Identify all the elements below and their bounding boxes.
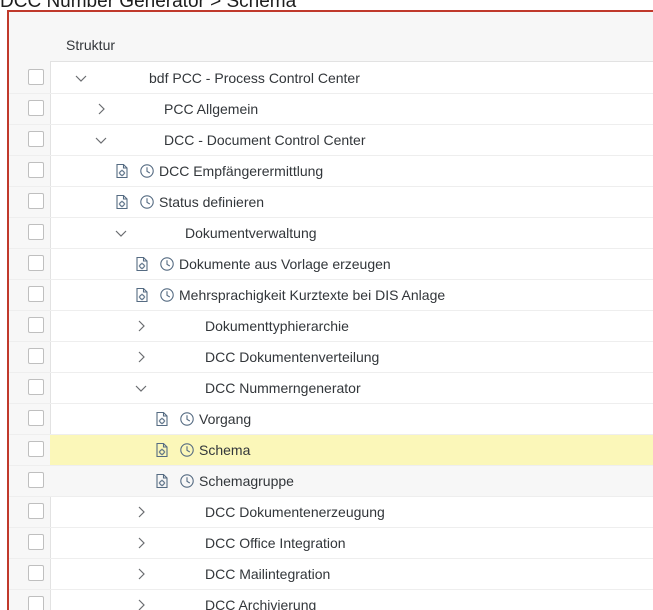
tree-cell[interactable]: bdf PCC - Process Control Center xyxy=(50,63,653,93)
row-select-checkbox[interactable] xyxy=(28,193,44,209)
tree-cell[interactable]: DCC Nummerngenerator xyxy=(50,373,653,403)
row-select-checkbox[interactable] xyxy=(28,131,44,147)
chevron-down-icon[interactable] xyxy=(74,71,88,85)
tree-cell[interactable]: DCC - Document Control Center xyxy=(50,125,653,155)
tree-cell[interactable]: Mehrsprachigkeit Kurztexte bei DIS Anlag… xyxy=(50,280,653,310)
tree-node-label: DCC Dokumentenverteilung xyxy=(205,349,380,365)
chevron-right-icon[interactable] xyxy=(134,598,148,610)
table-row[interactable]: bdf PCC - Process Control Center xyxy=(9,63,653,94)
row-select-checkbox[interactable] xyxy=(28,379,44,395)
table-row[interactable]: DCC Office Integration xyxy=(9,528,653,559)
table-row[interactable]: DCC Empfängerermittlung xyxy=(9,156,653,187)
tree-node-label: DCC Dokumentenerzeugung xyxy=(205,504,385,520)
document-settings-icon[interactable] xyxy=(134,256,150,272)
tree-node-label: DCC Nummerngenerator xyxy=(205,380,361,396)
table-row[interactable]: DCC Archivierung xyxy=(9,590,653,610)
table-row[interactable]: Status definieren xyxy=(9,187,653,218)
clock-icon[interactable] xyxy=(159,256,175,272)
tree-cell[interactable]: Schemagruppe xyxy=(50,466,653,496)
row-select-checkbox[interactable] xyxy=(28,503,44,519)
chevron-right-icon[interactable] xyxy=(134,536,148,550)
table-row[interactable]: Vorgang xyxy=(9,404,653,435)
tree-cell[interactable]: PCC Allgemein xyxy=(50,94,653,124)
tree-cell[interactable]: DCC Office Integration xyxy=(50,528,653,558)
column-header-struktur: Struktur xyxy=(66,37,116,53)
table-row[interactable]: PCC Allgemein xyxy=(9,94,653,125)
row-select-checkbox[interactable] xyxy=(28,565,44,581)
table-header: Struktur xyxy=(50,12,653,62)
tree-cell[interactable]: Vorgang xyxy=(50,404,653,434)
tree-cell[interactable]: Status definieren xyxy=(50,187,653,217)
row-select-checkbox[interactable] xyxy=(28,472,44,488)
table-row[interactable]: DCC Nummerngenerator xyxy=(9,373,653,404)
tree-cell[interactable]: DCC Dokumentenverteilung xyxy=(50,342,653,372)
document-settings-icon[interactable] xyxy=(154,473,170,489)
tree-node-label: DCC Mailintegration xyxy=(205,566,331,582)
row-select-checkbox[interactable] xyxy=(28,348,44,364)
row-select-checkbox[interactable] xyxy=(28,596,44,610)
tree-activity-label[interactable]: Mehrsprachigkeit Kurztexte bei DIS Anlag… xyxy=(179,287,445,303)
table-row[interactable]: DCC Dokumentenerzeugung xyxy=(9,497,653,528)
table-row[interactable]: DCC Dokumentenverteilung xyxy=(9,342,653,373)
clock-icon[interactable] xyxy=(139,163,155,179)
tree-cell[interactable]: Dokumentverwaltung xyxy=(50,218,653,248)
chevron-right-icon[interactable] xyxy=(134,505,148,519)
row-select-checkbox[interactable] xyxy=(28,286,44,302)
document-settings-icon[interactable] xyxy=(134,287,150,303)
row-select-checkbox[interactable] xyxy=(28,255,44,271)
table-row[interactable]: Schema xyxy=(9,435,653,466)
tree-activity-label[interactable]: Status definieren xyxy=(159,194,264,210)
row-select-checkbox[interactable] xyxy=(28,441,44,457)
table-row[interactable]: Dokumente aus Vorlage erzeugen xyxy=(9,249,653,280)
row-select-checkbox[interactable] xyxy=(28,69,44,85)
tree-cell[interactable]: DCC Mailintegration xyxy=(50,559,653,589)
tree-activity-label[interactable]: Vorgang xyxy=(199,411,251,427)
document-settings-icon[interactable] xyxy=(114,163,130,179)
tree-cell[interactable]: DCC Dokumentenerzeugung xyxy=(50,497,653,527)
row-select-checkbox[interactable] xyxy=(28,100,44,116)
chevron-right-icon[interactable] xyxy=(134,350,148,364)
tree-cell[interactable]: Dokumenttyphierarchie xyxy=(50,311,653,341)
tree-activity-label[interactable]: Dokumente aus Vorlage erzeugen xyxy=(179,256,391,272)
clock-icon[interactable] xyxy=(139,194,155,210)
clock-icon[interactable] xyxy=(159,287,175,303)
chevron-right-icon[interactable] xyxy=(94,102,108,116)
tree-activity-label[interactable]: Schema xyxy=(199,442,250,458)
table-row[interactable]: Schemagruppe xyxy=(9,466,653,497)
chevron-down-icon[interactable] xyxy=(114,226,128,240)
tree-activity-label[interactable]: DCC Empfängerermittlung xyxy=(159,163,323,179)
tree-cell[interactable]: DCC Empfängerermittlung xyxy=(50,156,653,186)
clock-icon[interactable] xyxy=(179,442,195,458)
chevron-right-icon[interactable] xyxy=(134,567,148,581)
row-select-checkbox[interactable] xyxy=(28,317,44,333)
chevron-right-icon[interactable] xyxy=(134,319,148,333)
row-select-checkbox[interactable] xyxy=(28,224,44,240)
chevron-down-icon[interactable] xyxy=(134,381,148,395)
table-row[interactable]: DCC - Document Control Center xyxy=(9,125,653,156)
structure-tree-table: Struktur bdf PCC - Process Control Cente… xyxy=(7,10,653,610)
table-row[interactable]: Mehrsprachigkeit Kurztexte bei DIS Anlag… xyxy=(9,280,653,311)
table-row[interactable]: DCC Mailintegration xyxy=(9,559,653,590)
chevron-down-icon[interactable] xyxy=(94,133,108,147)
tree-cell[interactable]: DCC Archivierung xyxy=(50,590,653,610)
tree-node-label: bdf PCC - Process Control Center xyxy=(149,70,360,86)
tree-node-label: DCC - Document Control Center xyxy=(164,132,366,148)
tree-node-label: DCC Office Integration xyxy=(205,535,346,551)
document-settings-icon[interactable] xyxy=(114,194,130,210)
document-settings-icon[interactable] xyxy=(154,442,170,458)
tree-cell[interactable]: Dokumente aus Vorlage erzeugen xyxy=(50,249,653,279)
tree-node-label: Dokumenttyphierarchie xyxy=(205,318,349,334)
table-row[interactable]: Dokumenttyphierarchie xyxy=(9,311,653,342)
row-select-checkbox[interactable] xyxy=(28,162,44,178)
table-row[interactable]: Dokumentverwaltung xyxy=(9,218,653,249)
tree-cell[interactable]: Schema xyxy=(50,435,653,465)
tree-node-label: Dokumentverwaltung xyxy=(185,225,317,241)
clock-icon[interactable] xyxy=(179,411,195,427)
tree-node-label: PCC Allgemein xyxy=(164,101,259,117)
row-select-checkbox[interactable] xyxy=(28,410,44,426)
clock-icon[interactable] xyxy=(179,473,195,489)
tree-activity-label[interactable]: Schemagruppe xyxy=(199,473,294,489)
document-settings-icon[interactable] xyxy=(154,411,170,427)
row-select-checkbox[interactable] xyxy=(28,534,44,550)
